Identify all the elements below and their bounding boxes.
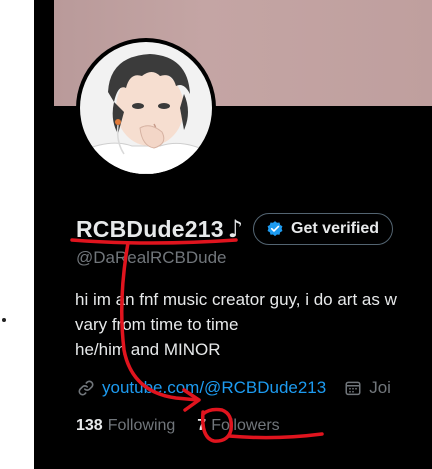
screenshot-stage: RCBDude213 ♪ Get verified @DaRealRCBDude… — [0, 0, 432, 469]
bio-line: vary from time to time — [75, 315, 239, 334]
list-bullet — [2, 318, 6, 322]
calendar-icon — [344, 379, 362, 397]
followers-label: Followers — [211, 417, 280, 434]
verified-badge-icon — [266, 220, 284, 238]
following-label: Following — [107, 417, 176, 434]
link-icon — [76, 378, 96, 398]
profile-website-link[interactable]: youtube.com/@RCBDude213 — [102, 378, 326, 398]
profile-panel: RCBDude213 ♪ Get verified @DaRealRCBDude… — [34, 0, 432, 469]
name-row: RCBDude213 ♪ Get verified — [76, 210, 394, 248]
display-name: RCBDude213 — [76, 215, 224, 242]
joined-date: Joi — [369, 378, 391, 397]
following-count: 138 — [76, 417, 103, 434]
profile-bio: hi im an fnf music creator guy, i do art… — [75, 287, 432, 362]
get-verified-label: Get verified — [291, 220, 380, 237]
bio-line: he/him and MINOR — [75, 340, 221, 359]
follow-stats-row: 138 Following 7 Followers — [76, 414, 280, 438]
bio-line: hi im an fnf music creator guy, i do art… — [75, 290, 397, 309]
following-link[interactable]: 138 Following — [76, 417, 175, 435]
avatar[interactable] — [76, 38, 216, 178]
get-verified-button[interactable]: Get verified — [253, 213, 394, 245]
profile-meta-row: youtube.com/@RCBDude213 Joi — [76, 375, 391, 401]
music-note-icon: ♪ — [227, 215, 244, 243]
avatar-image — [80, 42, 212, 174]
followers-count: 7 — [197, 417, 207, 434]
followers-link[interactable]: 7 Followers — [197, 417, 279, 435]
user-handle: @DaRealRCBDude — [76, 248, 227, 267]
